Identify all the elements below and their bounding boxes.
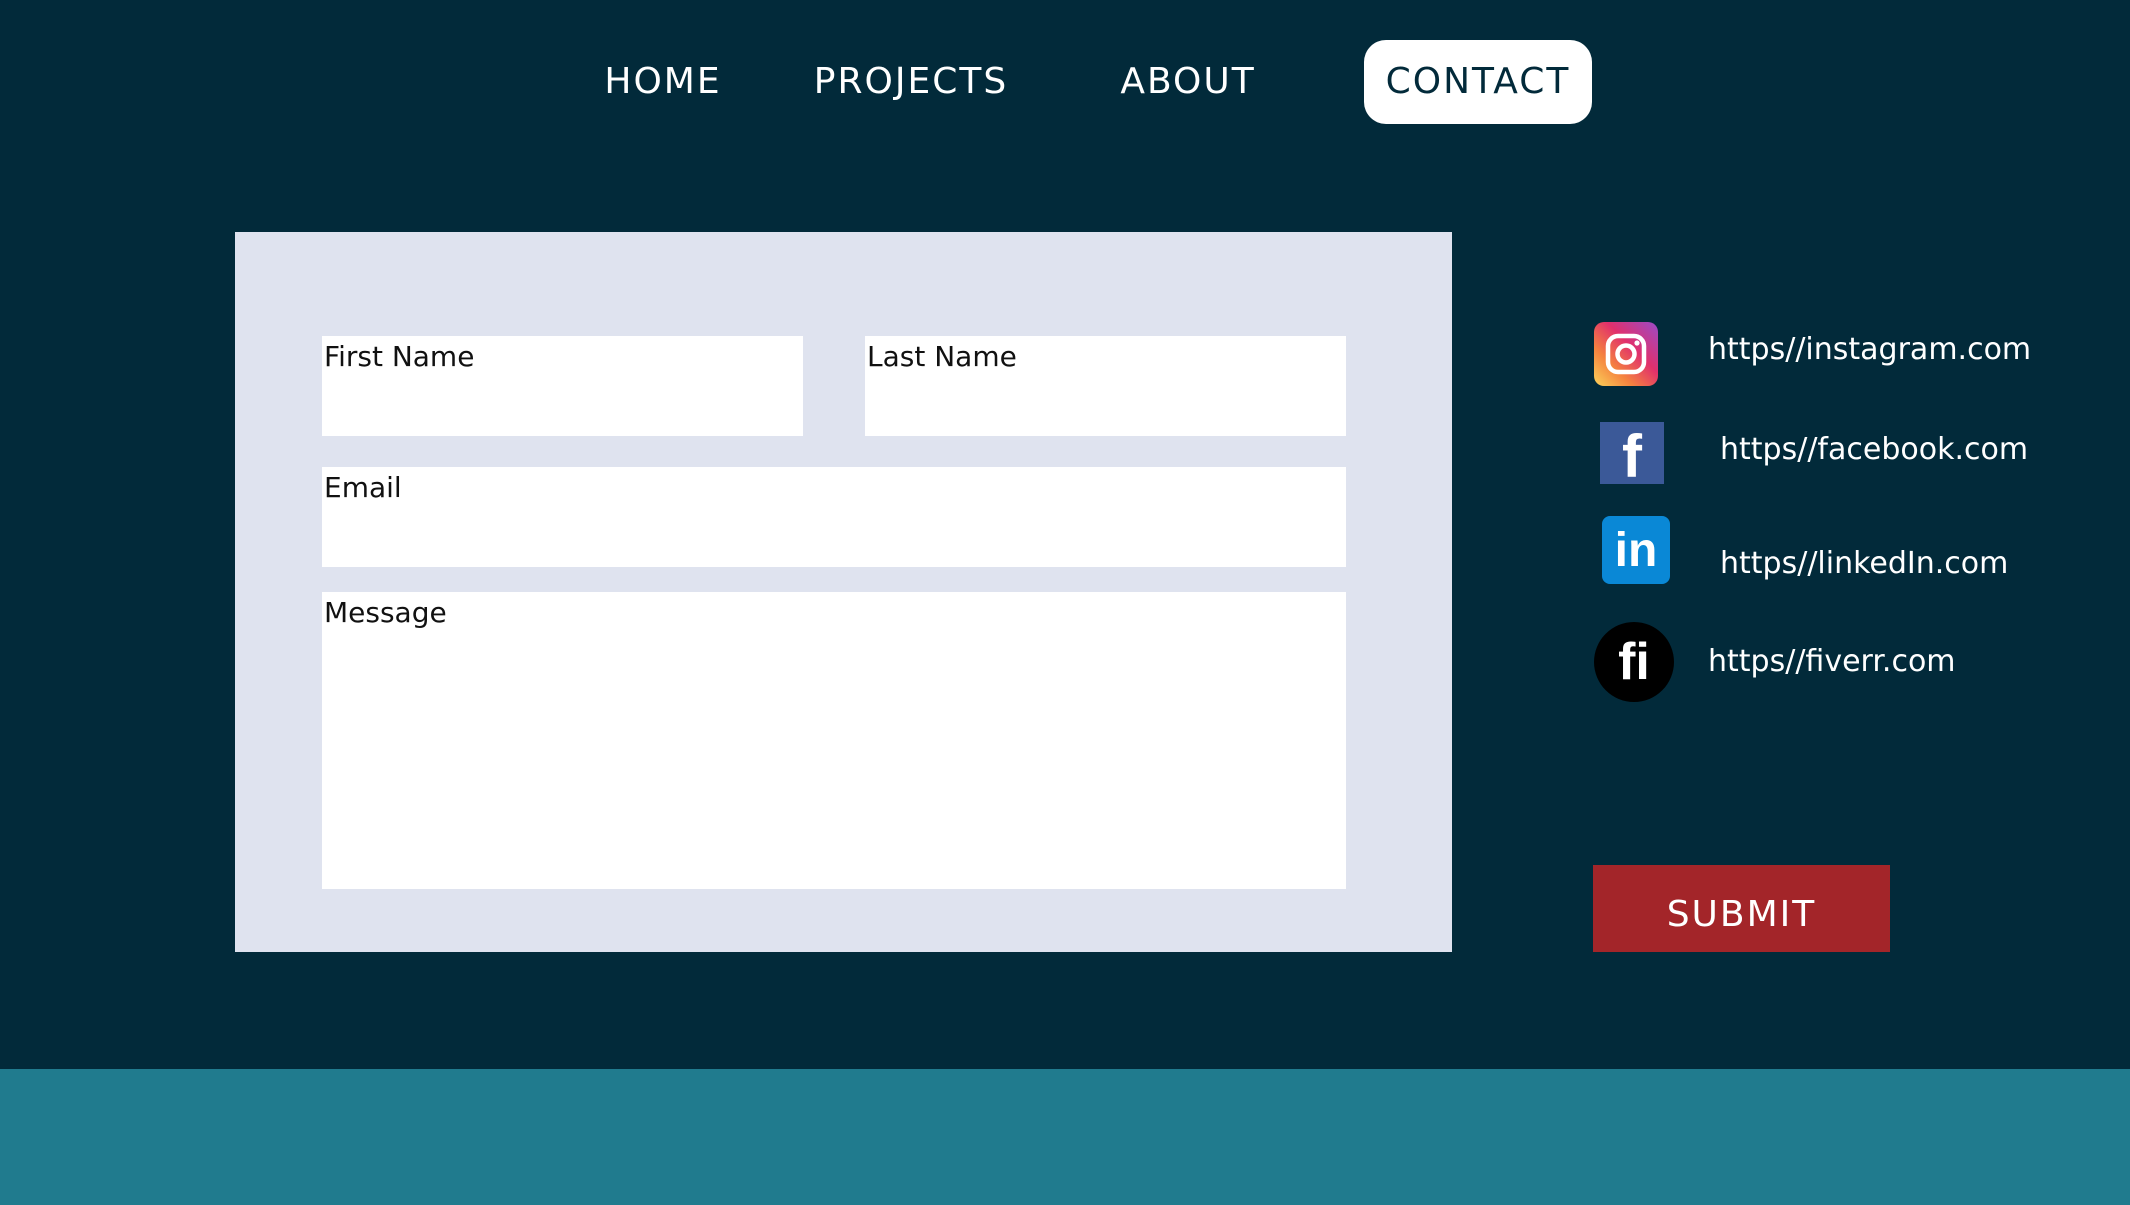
- email-label: Email: [324, 471, 402, 504]
- social-instagram: https//instagram.com: [1594, 322, 2034, 394]
- linkedin-link[interactable]: https//linkedIn.com: [1720, 546, 2008, 581]
- last-name-label: Last Name: [867, 340, 1017, 373]
- last-name-field[interactable]: Last Name: [865, 336, 1346, 436]
- fiverr-icon[interactable]: fi: [1594, 622, 1674, 702]
- footer-band: [0, 1069, 2130, 1205]
- first-name-field[interactable]: First Name: [322, 336, 803, 436]
- submit-button[interactable]: SUBMIT: [1593, 865, 1890, 952]
- message-field[interactable]: Message: [322, 592, 1346, 889]
- contact-form: First Name Last Name Email Message: [235, 232, 1452, 952]
- message-label: Message: [324, 596, 447, 629]
- instagram-link[interactable]: https//instagram.com: [1708, 332, 2031, 367]
- first-name-label: First Name: [324, 340, 475, 373]
- nav-home[interactable]: HOME: [594, 40, 732, 124]
- linkedin-icon[interactable]: in: [1602, 516, 1670, 584]
- nav-projects[interactable]: PROJECTS: [808, 40, 1014, 124]
- email-field[interactable]: Email: [322, 467, 1346, 567]
- instagram-icon[interactable]: [1594, 322, 1658, 386]
- social-facebook: f https//facebook.com: [1594, 422, 2034, 494]
- fiverr-link[interactable]: https//fiverr.com: [1708, 644, 1956, 679]
- nav-about[interactable]: ABOUT: [1110, 40, 1266, 124]
- facebook-link[interactable]: https//facebook.com: [1720, 432, 2028, 467]
- social-linkedin: in https//linkedIn.com: [1594, 516, 2034, 588]
- page-background: HOME PROJECTS ABOUT CONTACT First Name L…: [0, 0, 2130, 1069]
- top-navigation: HOME PROJECTS ABOUT CONTACT: [0, 0, 2130, 170]
- facebook-icon[interactable]: f: [1600, 422, 1664, 484]
- social-fiverr: fi https//fiverr.com: [1594, 622, 2034, 702]
- nav-contact[interactable]: CONTACT: [1364, 40, 1592, 124]
